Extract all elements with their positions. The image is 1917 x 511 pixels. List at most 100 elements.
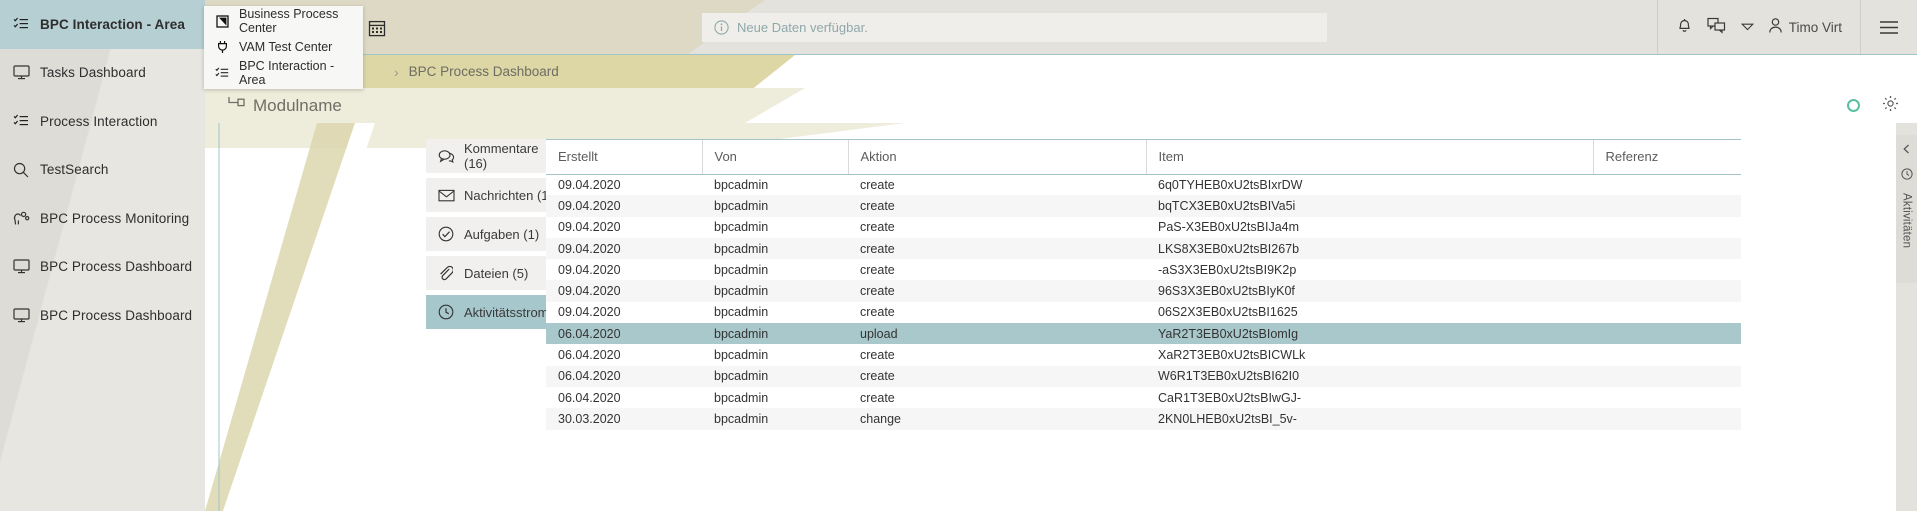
tab-dateien[interactable]: Dateien (5) (426, 256, 560, 290)
cell-von: bpcadmin (702, 387, 848, 408)
clock-icon (438, 304, 456, 320)
tab-kommentare[interactable]: Kommentare (16) (426, 139, 560, 173)
sidebar-item-bpc-process-dashboard-1[interactable]: BPC Process Dashboard (0, 243, 205, 292)
table-row[interactable]: 06.04.2020bpcadmincreateCaR1T3EB0xU2tsBI… (546, 387, 1741, 408)
table-row[interactable]: 09.04.2020bpcadmincreatebqTCX3EB0xU2tsBI… (546, 195, 1741, 216)
table-row[interactable]: 09.04.2020bpcadmincreate96S3X3EB0xU2tsBI… (546, 280, 1741, 301)
activity-table-element: Erstellt Von Aktion Item Referenz 09.04.… (546, 140, 1741, 430)
cell-aktion: create (848, 217, 1146, 238)
cell-von: bpcadmin (702, 344, 848, 365)
breadcrumb-separator: › (394, 64, 399, 80)
cell-von: bpcadmin (702, 238, 848, 259)
sidebar-item-bpc-interaction-area[interactable]: BPC Interaction - Area (0, 0, 205, 49)
table-row[interactable]: 30.03.2020bpcadminchange2KN0LHEB0xU2tsBI… (546, 408, 1741, 429)
table-row[interactable]: 06.04.2020bpcadmincreateXaR2T3EB0xU2tsBI… (546, 344, 1741, 365)
top-bar: Neue Daten verfügbar. Timo Virt (205, 0, 1917, 55)
chevron-down-icon[interactable] (1741, 18, 1754, 36)
content-area: Kommentare (16) Nachrichten (1) Aufgaben… (205, 123, 1917, 511)
cell-referenz (1593, 217, 1741, 238)
cell-item: CaR1T3EB0xU2tsBIwGJ- (1146, 387, 1593, 408)
tab-aufgaben[interactable]: Aufgaben (1) (426, 217, 560, 251)
module-title-band: Modulname (205, 88, 1917, 123)
cell-referenz (1593, 344, 1741, 365)
module-actions (1847, 88, 1899, 123)
sidebar-item-bpc-process-monitoring[interactable]: BPC Process Monitoring (0, 194, 205, 243)
page-title: Modulname (227, 88, 342, 123)
menu-item-vam-test-center[interactable]: VAM Test Center (204, 34, 363, 60)
table-row[interactable]: 09.04.2020bpcadmincreateLKS8X3EB0xU2tsBI… (546, 238, 1741, 259)
table-body: 09.04.2020bpcadmincreate6q0TYHEB0xU2tsBI… (546, 174, 1741, 430)
right-rail-activities-tab[interactable]: Aktivitäten (1896, 135, 1917, 283)
table-row[interactable]: 09.04.2020bpcadmincreate6q0TYHEB0xU2tsBI… (546, 174, 1741, 195)
chat-bubbles-icon[interactable] (1707, 16, 1727, 39)
cell-item: 2KN0LHEB0xU2tsBI_5v- (1146, 408, 1593, 429)
cell-erstellt: 06.04.2020 (546, 344, 702, 365)
right-rail: Aktivitäten (1896, 123, 1917, 511)
cell-von: bpcadmin (702, 195, 848, 216)
table-row[interactable]: 09.04.2020bpcadmincreate06S2X3EB0xU2tsBI… (546, 302, 1741, 323)
bell-icon[interactable] (1676, 16, 1693, 39)
cell-referenz (1593, 302, 1741, 323)
tab-aktivitaetsstrom[interactable]: Aktivitätsstrom (426, 295, 560, 329)
cell-erstellt: 06.04.2020 (546, 387, 702, 408)
column-header-referenz[interactable]: Referenz (1593, 140, 1741, 174)
cell-item: -aS3X3EB0xU2tsBI9K2p (1146, 259, 1593, 280)
tab-label: Dateien (5) (464, 266, 528, 281)
check-circle-icon (438, 226, 456, 242)
cell-von: bpcadmin (702, 323, 848, 344)
cell-aktion: create (848, 259, 1146, 280)
sidebar-item-tasks-dashboard[interactable]: Tasks Dashboard (0, 49, 205, 98)
envelope-icon (438, 189, 456, 202)
table-header: Erstellt Von Aktion Item Referenz (546, 140, 1741, 174)
cell-aktion: create (848, 302, 1146, 323)
topbar-icon-group: Timo Virt (1658, 16, 1860, 39)
cell-aktion: create (848, 280, 1146, 301)
tab-label: Aktivitätsstrom (464, 305, 549, 320)
table-row[interactable]: 09.04.2020bpcadmincreate-aS3X3EB0xU2tsBI… (546, 259, 1741, 280)
cell-von: bpcadmin (702, 217, 848, 238)
menu-item-bpc-interaction-area[interactable]: BPC Interaction - Area (204, 60, 363, 86)
cell-erstellt: 09.04.2020 (546, 302, 702, 323)
module-title-text: Modulname (253, 96, 342, 116)
sidebar-item-label: TestSearch (40, 162, 109, 177)
breadcrumb-item[interactable]: BPC Process Dashboard (409, 64, 559, 79)
sidebar-item-process-interaction[interactable]: Process Interaction (0, 97, 205, 146)
column-header-von[interactable]: Von (702, 140, 848, 174)
table-row[interactable]: 06.04.2020bpcadminuploadYaR2T3EB0xU2tsBI… (546, 323, 1741, 344)
column-header-item[interactable]: Item (1146, 140, 1593, 174)
sidebar: BPC Interaction - Area Tasks Dashboard P… (0, 0, 205, 511)
cell-erstellt: 30.03.2020 (546, 408, 702, 429)
cell-erstellt: 09.04.2020 (546, 195, 702, 216)
calendar-icon[interactable] (365, 16, 389, 40)
chevron-left-icon[interactable] (1902, 141, 1911, 159)
user-menu[interactable]: Timo Virt (1768, 17, 1842, 37)
cell-item: PaS-X3EB0xU2tsBIJa4m (1146, 217, 1593, 238)
cell-aktion: create (848, 174, 1146, 195)
tab-label: Nachrichten (1) (464, 188, 553, 203)
activity-table: Erstellt Von Aktion Item Referenz 09.04.… (546, 139, 1741, 511)
cell-erstellt: 09.04.2020 (546, 238, 702, 259)
tab-nachrichten[interactable]: Nachrichten (1) (426, 178, 560, 212)
paperclip-icon (438, 265, 456, 281)
cell-von: bpcadmin (702, 174, 848, 195)
cell-von: bpcadmin (702, 280, 848, 301)
table-row[interactable]: 09.04.2020bpcadmincreatePaS-X3EB0xU2tsBI… (546, 217, 1741, 238)
column-header-aktion[interactable]: Aktion (848, 140, 1146, 174)
menu-item-label: Business Process Center (239, 7, 363, 35)
cell-aktion: create (848, 344, 1146, 365)
menu-item-business-process-center[interactable]: Business Process Center (204, 8, 363, 34)
hamburger-menu-icon[interactable] (1861, 20, 1917, 35)
table-row[interactable]: 06.04.2020bpcadmincreateW6R1T3EB0xU2tsBI… (546, 366, 1741, 387)
sidebar-item-bpc-process-dashboard-2[interactable]: BPC Process Dashboard (0, 291, 205, 340)
menu-item-label: VAM Test Center (239, 40, 332, 54)
tab-label: Aufgaben (1) (464, 227, 539, 242)
sidebar-item-label: Tasks Dashboard (40, 65, 146, 80)
cell-referenz (1593, 259, 1741, 280)
menu-item-label: BPC Interaction - Area (239, 59, 363, 87)
sidebar-item-testsearch[interactable]: TestSearch (0, 146, 205, 195)
column-header-erstellt[interactable]: Erstellt (546, 140, 702, 174)
sidebar-item-label: BPC Process Dashboard (40, 308, 192, 323)
cell-item: W6R1T3EB0xU2tsBI62I0 (1146, 366, 1593, 387)
cell-item: XaR2T3EB0xU2tsBICWLk (1146, 344, 1593, 365)
gear-icon[interactable] (1882, 95, 1899, 117)
